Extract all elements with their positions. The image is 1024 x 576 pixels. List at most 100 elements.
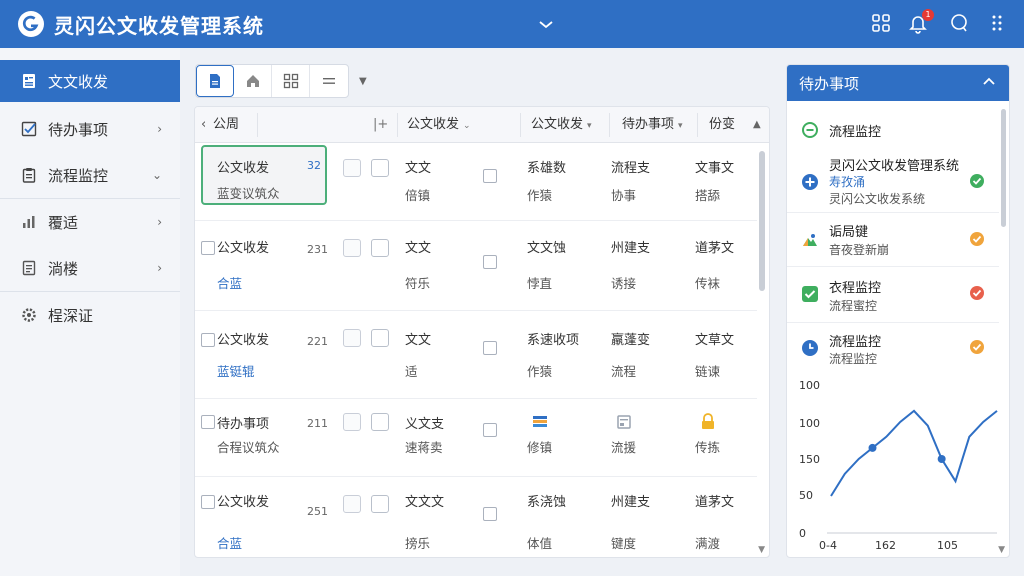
table-row[interactable]: 公文收发 蓝铤辊 221 文文 适 系速收项 作猿 羸蓬变 流程 文草文 链谏	[195, 311, 757, 399]
cell-text: 键度	[611, 536, 637, 551]
chat-icon[interactable]	[948, 12, 972, 36]
row-checkbox[interactable]	[201, 495, 215, 509]
check-circle-icon	[969, 173, 985, 189]
table-row[interactable]: 公文收发 合蓝 251 文文文 搒乐 系浇蚀 体值 州建支 键度 道茅文 满渡	[195, 477, 757, 557]
bell-icon[interactable]: 1	[907, 9, 934, 36]
todo-item[interactable]: 流程监控 流程监控	[787, 323, 999, 375]
row-select-box[interactable]	[371, 413, 389, 431]
row-checkbox[interactable]	[483, 255, 497, 269]
cell-text: 文草文	[695, 333, 735, 348]
chevron-down-icon: ⌄	[151, 168, 162, 182]
column-header[interactable]: 公文收发 ▾	[531, 107, 592, 143]
cell-text: 羸蓬变	[611, 333, 651, 348]
grid-icon	[283, 73, 298, 89]
app-header: 灵闪公文收发管理系统 1	[0, 0, 1024, 48]
divider	[609, 113, 610, 137]
table-row[interactable]: 待办事项 合程议筑众 211 义文支 速蒋卖 修镇 流援 传拣	[195, 399, 757, 477]
todo-title: 衣程监控	[829, 281, 882, 296]
warning-status-icon	[969, 339, 985, 355]
column-header[interactable]: 份变	[709, 107, 735, 143]
home-view-button[interactable]	[234, 65, 272, 97]
sidebar-item-stats[interactable]: 覆适 ›	[0, 199, 180, 245]
chevron-right-icon: ›	[157, 215, 162, 229]
view-switcher	[195, 64, 349, 98]
row-checkbox[interactable]	[201, 415, 215, 429]
y-tick-label: 150	[799, 453, 820, 466]
cell-text: 流援	[611, 440, 637, 455]
row-checkbox[interactable]	[483, 423, 497, 437]
list-view-button[interactable]	[310, 65, 348, 97]
sidebar-item-monitor[interactable]: 流程监控 ⌄	[0, 152, 180, 198]
todo-item[interactable]: 流程监控	[787, 109, 999, 149]
column-header[interactable]: 待办事项 ▾	[622, 107, 683, 143]
row-checkbox[interactable]	[483, 341, 497, 355]
caret-down-icon[interactable]: ▼	[359, 76, 367, 87]
todo-panel-title: 待办事项	[799, 74, 860, 93]
table-scrollbar[interactable]	[757, 143, 767, 557]
row-link[interactable]: 合蓝	[217, 533, 242, 552]
row-select-box[interactable]	[371, 239, 389, 257]
cell-text: 文文文	[405, 495, 445, 510]
flag-icon[interactable]	[343, 239, 361, 257]
cell-text: 作猿	[527, 188, 553, 203]
flag-icon[interactable]	[343, 413, 361, 431]
row-select-box[interactable]	[371, 329, 389, 347]
column-header[interactable]: 公周	[213, 107, 239, 143]
chevron-left-icon[interactable]: ‹	[201, 107, 206, 143]
y-tick-label: 100	[799, 417, 820, 430]
row-link[interactable]: 蓝铤辊	[217, 361, 255, 380]
column-header[interactable]: 公文收发 ⌄	[407, 107, 471, 143]
todo-item[interactable]: 衣程监控 流程蜜控	[787, 267, 999, 323]
row-checkbox[interactable]	[483, 169, 497, 183]
apps-grid-icon[interactable]	[870, 12, 894, 36]
trend-line-chart: 100 100 150 50 0 0-4 162 105	[799, 379, 998, 552]
sidebar-item-label: 文文收发	[48, 72, 109, 91]
scroll-down-icon[interactable]: ▼	[998, 545, 1005, 555]
chevron-right-icon: ›	[157, 261, 162, 275]
row-checkbox[interactable]	[483, 507, 497, 521]
data-point[interactable]	[868, 443, 877, 452]
flag-icon[interactable]	[343, 159, 361, 177]
more-vertical-icon[interactable]	[986, 12, 1010, 36]
clipboard-icon	[20, 166, 38, 184]
todo-subtitle: 灵闪公文收发系统	[829, 192, 926, 206]
grid-view-button[interactable]	[272, 65, 310, 97]
cell-text: 适	[405, 364, 418, 379]
sidebar-item-label: 待办事项	[48, 120, 109, 139]
row-link[interactable]: 合蓝	[217, 273, 242, 292]
document-view-button[interactable]	[196, 65, 234, 97]
todo-item[interactable]: 诟局键 音夜登新崩	[787, 213, 999, 267]
row-select-box[interactable]	[371, 159, 389, 177]
row-checkbox[interactable]	[201, 241, 215, 255]
cell-text: 搭舔	[695, 188, 721, 203]
panel-scrollbar-thumb[interactable]	[1001, 109, 1006, 227]
app-logo-icon	[18, 11, 44, 37]
flag-icon[interactable]	[343, 329, 361, 347]
table-row[interactable]: 公文收发 蓝变议筑众 32 文文 倍镇 系雄数 作猿 流程支 协事 文事文 搭舔	[195, 143, 757, 221]
todo-title: 灵闪公文收发管理系统	[829, 159, 960, 174]
notification-badge: 1	[922, 9, 934, 21]
cell-text: 系浇蚀	[527, 495, 567, 510]
scrollbar-thumb[interactable]	[759, 151, 765, 291]
sidebar-item-files[interactable]: 淌楼 ›	[0, 245, 180, 291]
chevron-up-icon[interactable]	[981, 74, 997, 90]
scroll-up-icon[interactable]: ▲	[753, 107, 761, 143]
x-tick-label: 162	[875, 539, 896, 552]
settings-icon	[20, 306, 38, 324]
add-column-button[interactable]: |+	[373, 107, 388, 143]
data-point[interactable]	[937, 455, 946, 463]
flag-icon[interactable]	[343, 495, 361, 513]
todo-item[interactable]: 灵闪公文收发管理系统 寿孜涌 灵闪公文收发系统	[787, 153, 999, 213]
sidebar-item-settings[interactable]: 桯深证	[0, 292, 180, 338]
row-title: 待办事项	[217, 417, 270, 432]
scroll-down-icon[interactable]: ▼	[758, 545, 765, 555]
sidebar-item-documents[interactable]: 文文收发	[0, 60, 180, 102]
sidebar-item-todo[interactable]: 待办事项 ›	[0, 106, 180, 152]
row-checkbox[interactable]	[201, 333, 215, 347]
cell-text: 文事文	[695, 161, 735, 176]
app-title: 灵闪公文收发管理系统	[54, 13, 264, 38]
table-row[interactable]: 公文收发 合蓝 231 文文 符乐 文文蚀 悖直 州建支 诱接 道茅文 传袜	[195, 221, 757, 311]
chevron-down-icon[interactable]	[536, 14, 556, 34]
cell-text: 符乐	[405, 276, 431, 291]
row-select-box[interactable]	[371, 495, 389, 513]
